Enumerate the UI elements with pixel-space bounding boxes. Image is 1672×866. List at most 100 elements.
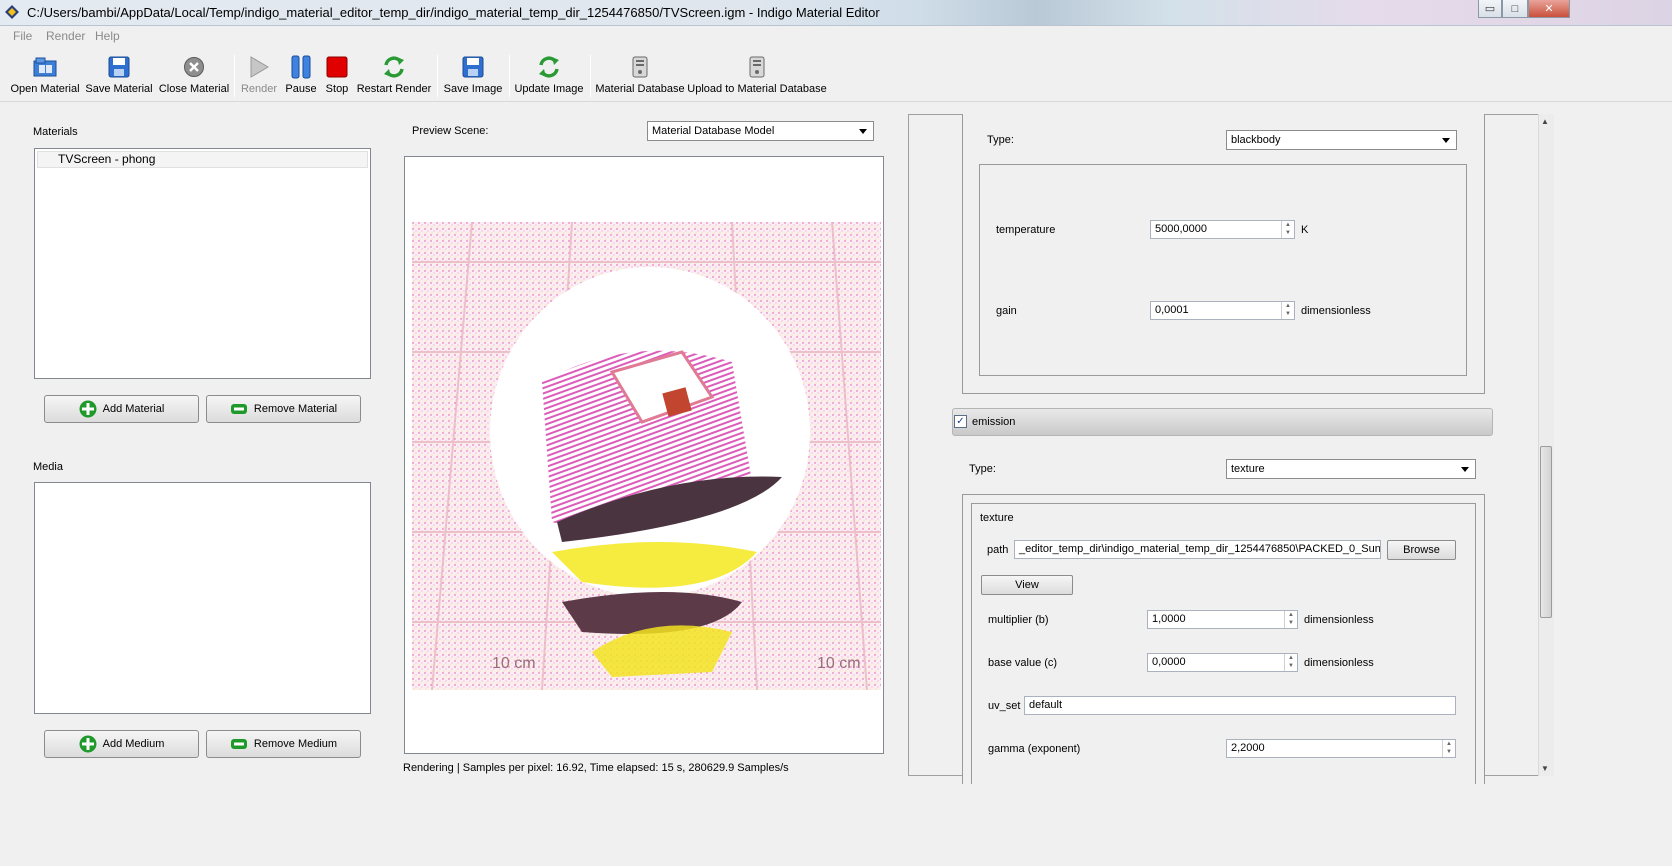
restart-render-button[interactable]: Restart Render [356,53,432,99]
remove-medium-label: Remove Medium [253,738,338,750]
floor-scale-right: 10 cm [817,655,861,672]
chevron-down-icon [1461,467,1469,472]
save-disk-icon [107,55,131,79]
pause-label: Pause [285,83,317,95]
gain-value: 0,0001 [1155,304,1189,316]
uv-set-label: uv_set [988,700,1021,712]
gain-spinbox[interactable]: 0,0001 ▲ ▼ [1150,301,1295,320]
render-status: Rendering | Samples per pixel: 16.92, Ti… [403,762,789,774]
browse-button[interactable]: Browse [1387,540,1456,560]
pause-button[interactable]: Pause [284,53,318,99]
spin-arrows-icon[interactable]: ▲ ▼ [1281,302,1294,319]
save-image-button[interactable]: Save Image [441,53,505,99]
stop-label: Stop [325,83,349,95]
spin-arrows-icon[interactable]: ▲ ▼ [1284,654,1297,671]
play-icon [247,55,271,79]
add-material-label: Add Material [102,403,165,415]
temperature-spinbox[interactable]: 5000,0000 ▲ ▼ [1150,220,1295,239]
media-label: Media [33,461,63,473]
update-image-button[interactable]: Update Image [513,53,585,99]
properties-scrollbar[interactable] [1538,114,1554,776]
preview-scene-label: Preview Scene: [412,125,489,137]
blackbody-type-select[interactable]: blackbody [1226,130,1457,150]
app-icon [5,5,19,19]
material-database-button[interactable]: Material Database [595,53,685,99]
close-material-button[interactable]: Close Material [158,53,230,99]
spin-arrows-icon[interactable]: ▲ ▼ [1281,221,1294,238]
emission-type-select[interactable]: texture [1226,459,1476,479]
remove-medium-button[interactable]: Remove Medium [206,730,361,758]
minus-icon [230,739,247,749]
chevron-down-icon [1442,138,1450,143]
gain-label: gain [996,305,1017,317]
menu-file[interactable]: File [13,29,32,43]
scrollbar-thumb[interactable] [1540,446,1552,618]
emission-section-header[interactable] [952,408,1493,436]
pause-icon [289,55,313,79]
refresh-icon [537,55,561,79]
render-preview-image[interactable]: 10 cm 10 cm [412,222,881,690]
upload-material-database-button[interactable]: Upload to Material Database [687,53,827,99]
multiplier-spinbox[interactable]: 1,0000 ▲ ▼ [1147,610,1298,629]
gain-unit: dimensionless [1301,305,1371,317]
emission-type-label: Type: [969,463,996,475]
preview-scene-select[interactable]: Material Database Model [647,121,874,141]
menu-help[interactable]: Help [95,29,120,43]
materials-list[interactable]: TVScreen - phong [34,148,371,379]
menu-render[interactable]: Render [46,29,85,43]
minimize-button[interactable]: ▭ [1478,0,1502,18]
render-button[interactable]: Render [238,53,280,99]
base-value-value: 0,0000 [1152,656,1186,668]
remove-material-button[interactable]: Remove Material [206,395,361,423]
spin-arrows-icon[interactable]: ▲ ▼ [1284,611,1297,628]
view-button[interactable]: View [981,575,1073,595]
blackbody-params-group [979,164,1467,376]
base-value-label: base value (c) [988,657,1058,669]
add-medium-button[interactable]: Add Medium [44,730,199,758]
emission-checkbox[interactable]: ✓ [954,415,967,428]
open-folder-icon [33,55,57,79]
minus-icon [230,404,247,414]
update-image-label: Update Image [514,83,584,95]
save-material-label: Save Material [85,83,153,95]
preview-scene-value: Material Database Model [652,125,775,137]
toolbar-separator [590,55,591,97]
restart-render-label: Restart Render [356,83,432,95]
open-material-label: Open Material [10,83,80,95]
multiplier-value: 1,0000 [1152,613,1186,625]
uv-set-field[interactable]: default [1024,696,1456,715]
open-material-button[interactable]: Open Material [10,53,80,99]
maximize-button[interactable]: □ [1502,0,1528,18]
temperature-unit: K [1301,224,1309,236]
scroll-up-icon[interactable]: ▲ [1541,117,1549,126]
close-material-label: Close Material [158,83,230,95]
base-value-unit: dimensionless [1304,657,1374,669]
save-material-button[interactable]: Save Material [85,53,153,99]
emission-label: emission [972,416,1016,428]
save-image-label: Save Image [443,83,503,95]
spin-arrows-icon[interactable]: ▲ ▼ [1442,740,1455,757]
database-icon [628,55,652,79]
base-value-spinbox[interactable]: 0,0000 ▲ ▼ [1147,653,1298,672]
material-database-label: Material Database [595,83,685,95]
window-title: C:/Users/bambi/AppData/Local/Temp/indigo… [27,5,880,20]
gamma-spinbox[interactable]: 2,2000 ▲ ▼ [1226,739,1456,758]
add-material-button[interactable]: Add Material [44,395,199,423]
materials-label: Materials [33,126,78,138]
path-field[interactable]: _editor_temp_dir\indigo_material_temp_di… [1014,540,1381,559]
remove-material-label: Remove Material [253,403,338,415]
stop-button[interactable]: Stop [322,53,352,99]
close-circle-icon [182,55,206,79]
toolbar-separator [437,55,438,97]
gamma-value: 2,2000 [1231,742,1265,754]
close-window-button[interactable]: ✕ [1528,0,1570,18]
scroll-down-icon[interactable]: ▼ [1541,764,1549,773]
add-medium-label: Add Medium [102,738,165,750]
path-label: path [987,544,1009,556]
media-list[interactable] [34,482,371,714]
toolbar-separator [509,55,510,97]
plus-icon [79,400,97,418]
list-item[interactable]: TVScreen - phong [37,151,368,168]
database-upload-icon [745,55,769,79]
blackbody-type-value: blackbody [1231,134,1281,146]
